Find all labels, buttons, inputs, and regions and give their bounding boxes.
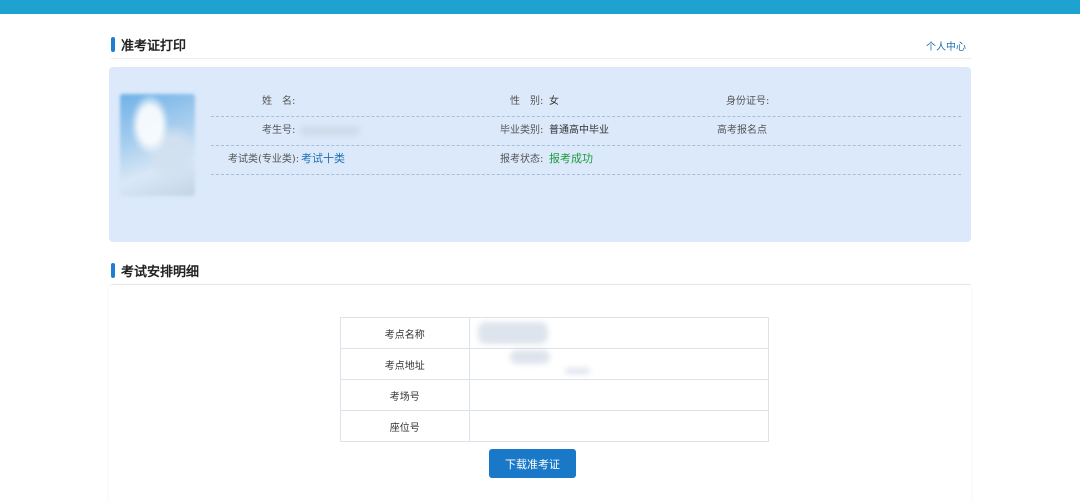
redacted-site-address xyxy=(565,368,590,374)
exam-arrangement-header: 考试安排明细 xyxy=(111,260,199,280)
info-row-divider xyxy=(211,116,961,117)
graduation-type-value: 普通高中毕业 xyxy=(549,125,609,136)
exam-number-label: 考生号: xyxy=(262,125,296,136)
section-title: 考试安排明细 xyxy=(121,264,200,280)
exam-category-label: 考试类(专业类): xyxy=(228,154,300,165)
top-bar xyxy=(0,0,1080,14)
table-row: 考点地址 xyxy=(340,348,770,380)
header-divider xyxy=(111,58,971,59)
personal-center-link[interactable]: 个人中心 xyxy=(926,38,966,53)
info-row-divider xyxy=(211,174,961,175)
exam-room-label: 考场号 xyxy=(340,379,470,411)
gender-label: 性 别: xyxy=(510,96,544,107)
gender-value: 女 xyxy=(549,96,559,107)
registration-site-label: 高考报名点 xyxy=(717,125,767,136)
seat-number-label: 座位号 xyxy=(340,410,470,442)
graduation-type-label: 毕业类别: xyxy=(500,125,544,136)
info-row-divider xyxy=(211,145,961,146)
exam-room-value xyxy=(468,379,770,411)
seat-number-value xyxy=(468,410,770,442)
admission-ticket-header: 准考证打印 xyxy=(111,34,186,54)
status-value: 报考成功 xyxy=(549,152,593,165)
page-title: 准考证打印 xyxy=(121,38,187,54)
redacted-site-name xyxy=(478,322,548,344)
section-marker xyxy=(111,36,115,52)
section-marker xyxy=(111,262,115,278)
redacted-site-address xyxy=(510,350,550,364)
table-row: 考点名称 xyxy=(340,317,770,349)
name-label: 姓 名: xyxy=(262,96,296,107)
exam-site-address-label: 考点地址 xyxy=(340,348,470,380)
exam-site-name-label: 考点名称 xyxy=(340,317,470,349)
candidate-photo xyxy=(120,94,195,196)
table-row: 座位号 xyxy=(340,410,770,442)
exam-arrangement-table: 考点名称 考点地址 考场号 座位号 xyxy=(340,317,770,442)
status-label: 报考状态: xyxy=(500,154,544,165)
id-number-label: 身份证号: xyxy=(726,96,770,107)
download-ticket-button[interactable]: 下载准考证 xyxy=(489,449,576,478)
table-row: 考场号 xyxy=(340,379,770,411)
redacted-exam-number xyxy=(300,126,360,136)
exam-category-value: 考试十类 xyxy=(301,152,345,165)
